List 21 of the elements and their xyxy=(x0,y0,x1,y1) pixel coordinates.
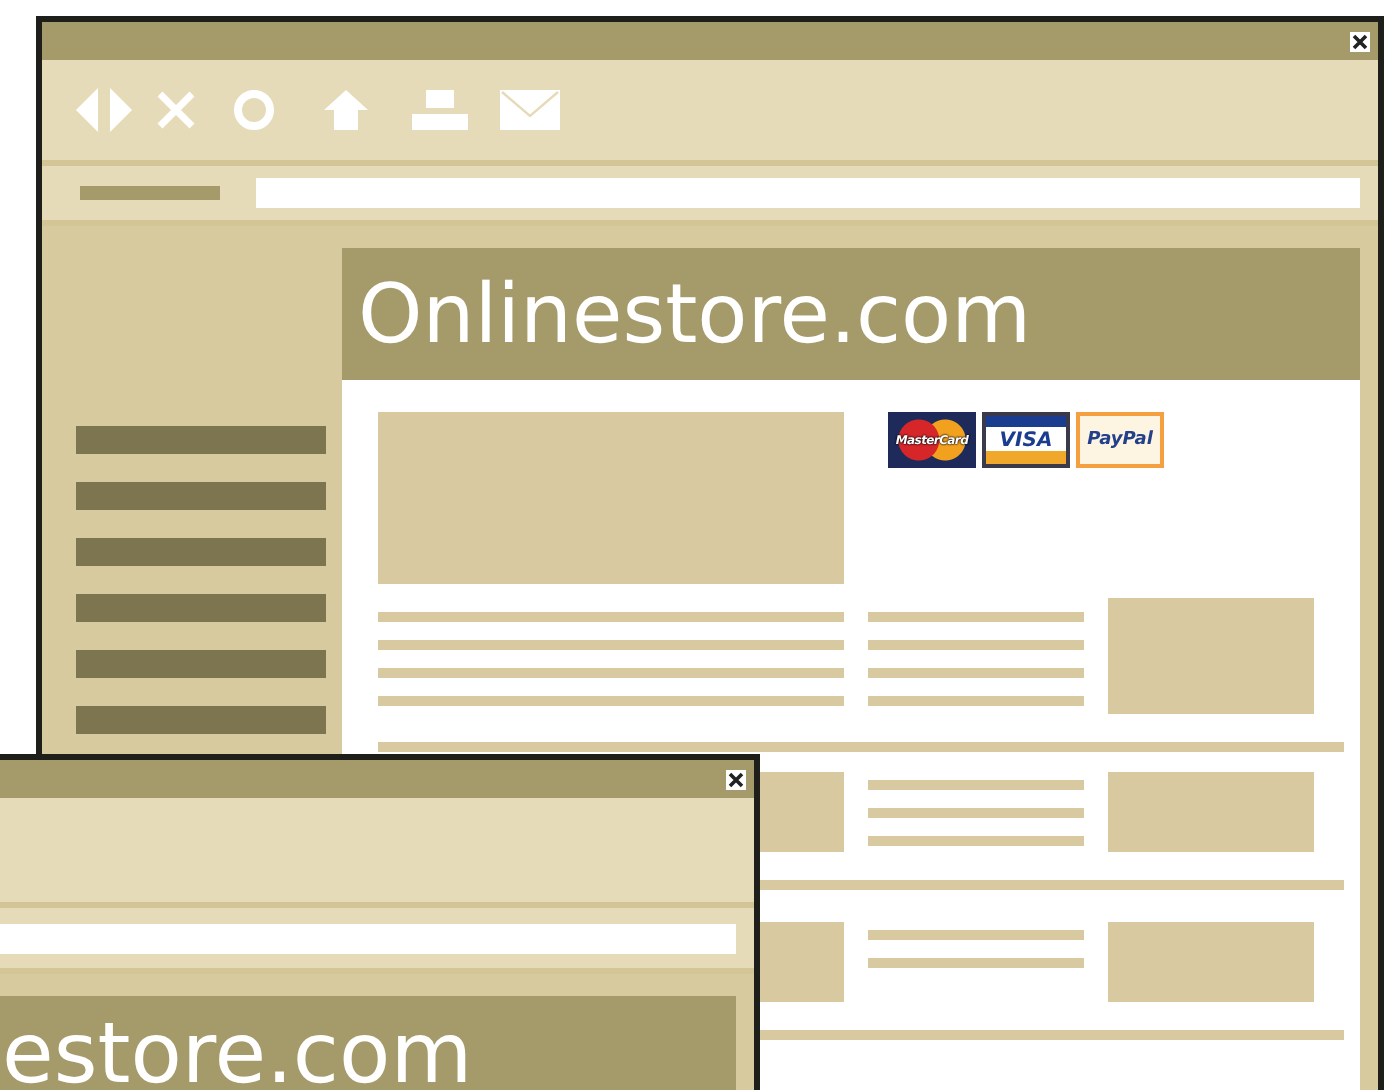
back-icon[interactable] xyxy=(76,88,100,132)
site-title: Onlinestore.com xyxy=(358,266,1032,362)
refresh-icon[interactable] xyxy=(232,88,276,132)
mail-icon[interactable] xyxy=(500,88,560,132)
forward-icon[interactable] xyxy=(108,88,132,132)
home-icon[interactable] xyxy=(324,88,368,132)
address-field[interactable] xyxy=(256,178,1360,208)
payment-logo: VISA xyxy=(982,412,1070,468)
nav-link-bar[interactable] xyxy=(76,706,326,734)
payment-logo: PayPal xyxy=(1076,412,1164,468)
nav-link-bar[interactable] xyxy=(76,650,326,678)
site-title: estore.com xyxy=(2,1004,473,1090)
nav-link-bar[interactable] xyxy=(76,594,326,622)
close-icon[interactable] xyxy=(1350,31,1370,51)
address-label-bar xyxy=(80,186,220,200)
close-icon[interactable] xyxy=(726,769,746,789)
nav-link-bar[interactable] xyxy=(76,426,326,454)
printer-icon[interactable] xyxy=(412,88,468,132)
nav-link-bar[interactable] xyxy=(76,482,326,510)
nav-link-bar[interactable] xyxy=(76,538,326,566)
address-field[interactable] xyxy=(0,923,736,953)
